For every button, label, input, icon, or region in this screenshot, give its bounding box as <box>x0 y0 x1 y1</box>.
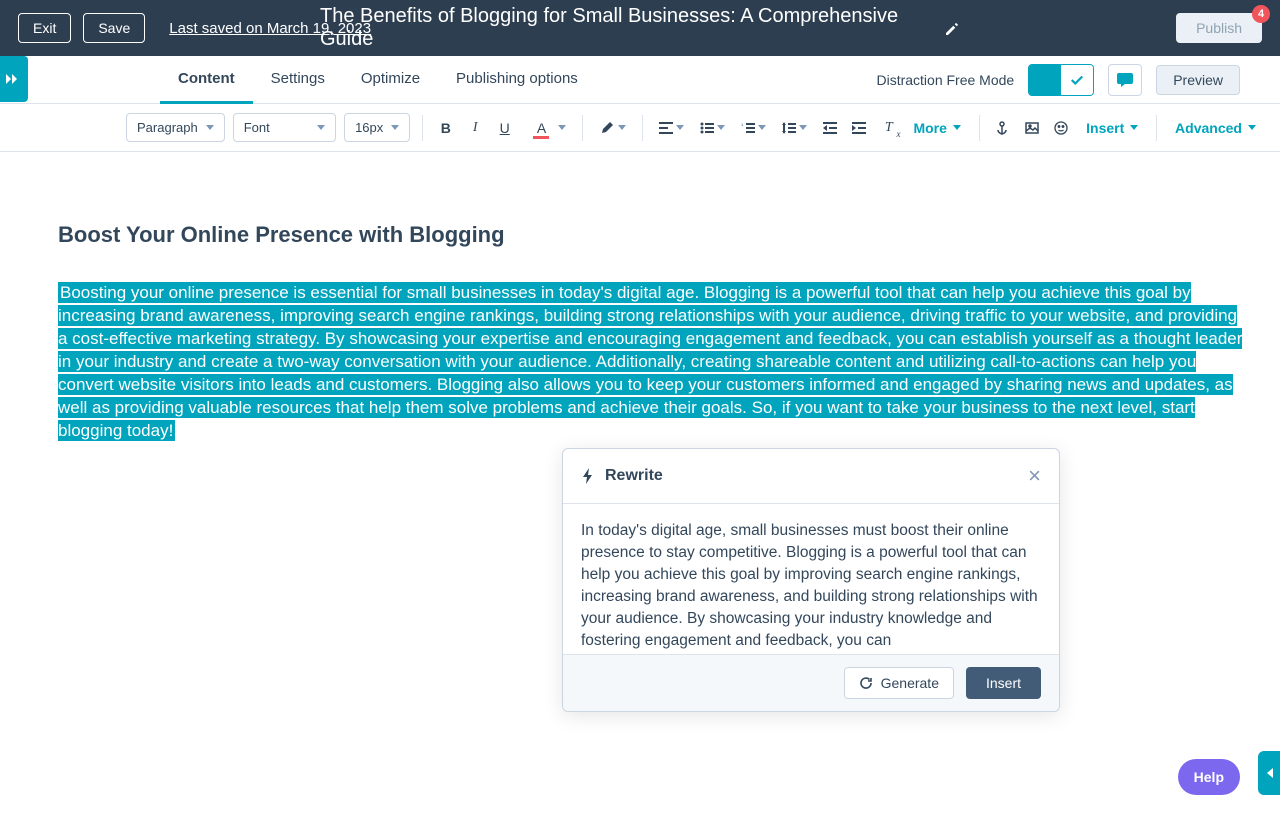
numbered-list-icon: 1 <box>741 122 755 134</box>
align-picker[interactable] <box>655 122 688 134</box>
toggle-on[interactable] <box>1029 65 1061 95</box>
highlight-icon <box>599 120 615 136</box>
clear-formatting-icon[interactable]: Tx <box>878 114 899 142</box>
tab-optimize[interactable]: Optimize <box>343 56 438 104</box>
caret-icon <box>799 125 807 130</box>
indent-increase-icon[interactable] <box>849 114 870 142</box>
separator <box>642 115 643 141</box>
caret-icon <box>317 125 325 130</box>
text-color-picker[interactable]: A <box>523 114 570 142</box>
italic-icon[interactable]: I <box>465 114 486 142</box>
comment-button[interactable] <box>1108 64 1142 96</box>
caret-icon <box>206 125 214 130</box>
rewrite-header: Rewrite × <box>563 449 1059 504</box>
bullet-list-icon <box>700 122 714 134</box>
lightning-icon <box>581 468 595 484</box>
content-heading[interactable]: Boost Your Online Presence with Blogging <box>58 222 1250 248</box>
more-dropdown[interactable]: More <box>907 120 966 136</box>
bold-icon[interactable]: B <box>435 114 456 142</box>
caret-icon <box>717 125 725 130</box>
caret-icon <box>558 125 566 130</box>
close-icon[interactable]: × <box>1028 463 1041 489</box>
editor-toolbar: Paragraph Font 16px B I U A 1 Tx More <box>0 104 1280 152</box>
generate-button[interactable]: Generate <box>844 667 954 699</box>
rewrite-suggestion: In today's digital age, small businesses… <box>563 504 1059 654</box>
distraction-toggle[interactable] <box>1028 64 1094 96</box>
notification-badge: 4 <box>1252 5 1270 23</box>
rewrite-popup: Rewrite × In today's digital age, small … <box>562 448 1060 712</box>
separator <box>582 115 583 141</box>
help-button[interactable]: Help <box>1178 759 1240 795</box>
expand-sidebar-tab[interactable] <box>0 56 28 102</box>
font-select[interactable]: Font <box>233 113 336 142</box>
tab-settings[interactable]: Settings <box>253 56 343 104</box>
rewrite-title: Rewrite <box>581 467 663 485</box>
page-title-text: The Benefits of Blogging for Small Busin… <box>320 5 930 51</box>
selected-text[interactable]: Boosting your online presence is essenti… <box>58 282 1242 441</box>
bullet-list-picker[interactable] <box>696 122 729 134</box>
top-header: Exit Save Last saved on March 19, 2023 T… <box>0 0 1280 56</box>
page-title: The Benefits of Blogging for Small Busin… <box>320 5 960 51</box>
emoji-icon[interactable] <box>1051 114 1072 142</box>
insert-dropdown[interactable]: Insert <box>1080 120 1144 136</box>
advanced-dropdown[interactable]: Advanced <box>1169 120 1262 136</box>
paragraph-select[interactable]: Paragraph <box>126 113 225 142</box>
text-color-icon: A <box>527 114 555 142</box>
refresh-icon <box>859 676 873 690</box>
publish-button[interactable]: Publish <box>1176 13 1262 43</box>
numbered-list-picker[interactable]: 1 <box>737 122 770 134</box>
distraction-free-label: Distraction Free Mode <box>876 72 1014 88</box>
exit-button[interactable]: Exit <box>18 13 71 43</box>
separator <box>1156 115 1157 141</box>
line-height-icon <box>782 121 796 135</box>
caret-icon <box>953 125 961 130</box>
caret-icon <box>391 125 399 130</box>
pencil-icon[interactable] <box>944 20 960 36</box>
editor-content[interactable]: Boost Your Online Presence with Blogging… <box>0 152 1280 463</box>
indent-decrease-icon[interactable] <box>819 114 840 142</box>
caret-icon <box>758 125 766 130</box>
sub-nav: Content Settings Optimize Publishing opt… <box>0 56 1280 104</box>
line-height-picker[interactable] <box>778 121 811 135</box>
side-collapse-tab[interactable] <box>1258 751 1280 795</box>
caret-icon <box>618 125 626 130</box>
publish-wrap: Publish 4 <box>1176 13 1262 43</box>
highlight-picker[interactable] <box>595 120 630 136</box>
sub-nav-right: Distraction Free Mode Preview <box>876 64 1240 96</box>
separator <box>979 115 980 141</box>
preview-button[interactable]: Preview <box>1156 65 1240 95</box>
caret-icon <box>1248 125 1256 130</box>
rewrite-footer: Generate Insert <box>563 654 1059 711</box>
tab-publishing[interactable]: Publishing options <box>438 56 596 104</box>
font-size-select[interactable]: 16px <box>344 113 410 142</box>
save-button[interactable]: Save <box>83 13 145 43</box>
toggle-off[interactable] <box>1061 65 1093 95</box>
caret-icon <box>1130 125 1138 130</box>
tab-content[interactable]: Content <box>160 56 253 104</box>
content-body[interactable]: Boosting your online presence is essenti… <box>58 282 1250 443</box>
align-icon <box>659 122 673 134</box>
svg-text:1: 1 <box>741 122 744 127</box>
insert-button[interactable]: Insert <box>966 667 1041 699</box>
anchor-icon[interactable] <box>992 114 1013 142</box>
underline-icon[interactable]: U <box>494 114 515 142</box>
caret-icon <box>676 125 684 130</box>
image-icon[interactable] <box>1021 114 1042 142</box>
separator <box>422 115 423 141</box>
